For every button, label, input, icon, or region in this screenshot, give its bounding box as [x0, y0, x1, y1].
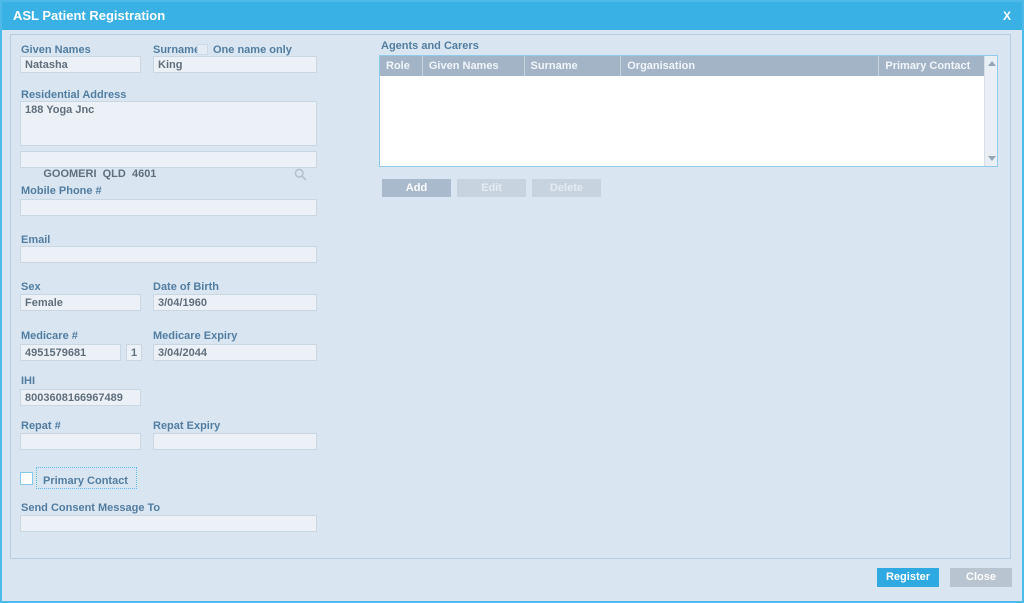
search-icon[interactable] [270, 153, 307, 201]
mobile-phone-input[interactable] [20, 199, 317, 216]
ihi-label: IHI [21, 375, 35, 387]
agents-carers-body [380, 76, 984, 166]
email-label: Email [21, 234, 50, 246]
close-button[interactable]: Close [950, 568, 1012, 587]
add-button[interactable]: Add [382, 179, 451, 197]
column-header-given-names: Given Names [423, 56, 525, 76]
column-header-surname: Surname [525, 56, 622, 76]
email-input[interactable] [20, 246, 317, 263]
medicare-number-label: Medicare # [21, 330, 78, 342]
given-names-input[interactable] [20, 56, 141, 73]
repat-expiry-input[interactable] [153, 433, 317, 450]
column-header-role: Role [380, 56, 423, 76]
column-header-organisation: Organisation [621, 56, 879, 76]
delete-button[interactable]: Delete [532, 179, 601, 197]
titlebar: ASL Patient Registration X [2, 2, 1022, 30]
date-of-birth-label: Date of Birth [153, 281, 219, 293]
medicare-irn-input[interactable] [126, 344, 142, 361]
medicare-number-input[interactable] [20, 344, 121, 361]
address-locality-field[interactable]: GOOMERI QLD 4601 [20, 151, 317, 168]
primary-contact-checkbox[interactable] [20, 472, 33, 485]
primary-contact-label: Primary Contact [43, 475, 128, 487]
medicare-expiry-label: Medicare Expiry [153, 330, 237, 342]
patient-registration-dialog: ASL Patient Registration X Given Names S… [0, 0, 1024, 603]
surname-input[interactable] [153, 56, 317, 73]
mobile-phone-label: Mobile Phone # [21, 185, 102, 197]
primary-contact-focus-box: Primary Contact [36, 467, 137, 489]
residential-address-label: Residential Address [21, 89, 126, 101]
one-name-only-label: One name only [213, 44, 292, 56]
close-icon[interactable]: X [1003, 2, 1011, 30]
repat-expiry-label: Repat Expiry [153, 420, 220, 432]
sex-input[interactable] [20, 294, 141, 311]
agents-carers-title: Agents and Carers [381, 40, 479, 52]
send-consent-label: Send Consent Message To [21, 502, 160, 514]
address-locality-value: GOOMERI QLD 4601 [43, 168, 156, 180]
one-name-only-checkbox[interactable] [197, 44, 208, 55]
surname-label: Surname [153, 44, 200, 56]
column-header-primary-contact: Primary Contact [879, 56, 984, 76]
send-consent-input[interactable] [20, 515, 317, 532]
medicare-expiry-input[interactable] [153, 344, 317, 361]
dialog-title: ASL Patient Registration [13, 2, 165, 30]
ihi-input[interactable] [20, 389, 141, 406]
sex-label: Sex [21, 281, 41, 293]
agents-carers-header-row: Role Given Names Surname Organisation Pr… [380, 56, 984, 76]
scroll-down-icon[interactable] [988, 156, 996, 161]
agents-carers-table: Role Given Names Surname Organisation Pr… [379, 55, 998, 167]
scroll-up-icon[interactable] [988, 61, 996, 66]
table-scrollbar[interactable] [984, 56, 997, 166]
given-names-label: Given Names [21, 44, 91, 56]
register-button[interactable]: Register [877, 568, 939, 587]
registration-panel: Given Names Surname One name only Reside… [10, 34, 1011, 559]
edit-button[interactable]: Edit [457, 179, 526, 197]
residential-address-input[interactable]: 188 Yoga Jnc [20, 101, 317, 146]
repat-number-label: Repat # [21, 420, 61, 432]
date-of-birth-input[interactable] [153, 294, 317, 311]
repat-number-input[interactable] [20, 433, 141, 450]
